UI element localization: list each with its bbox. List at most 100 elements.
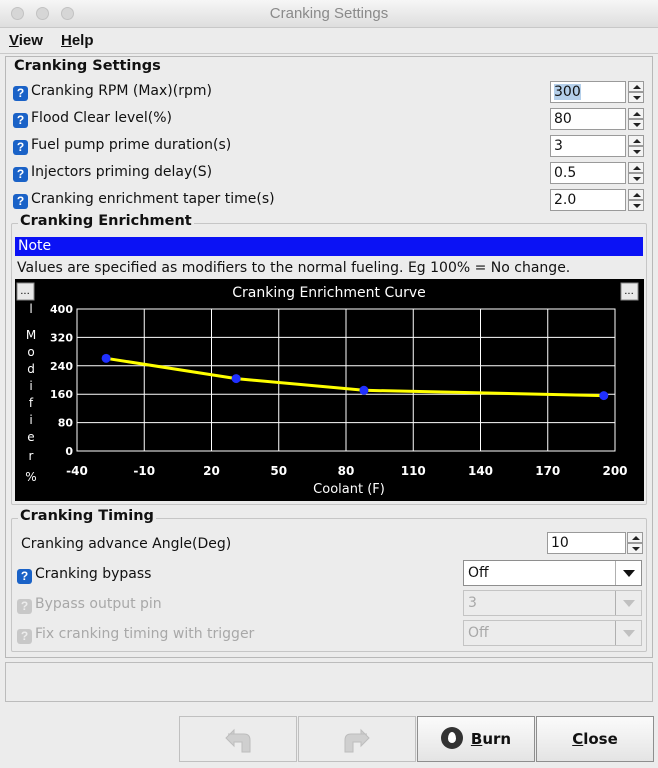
spinner-up-icon[interactable]: [628, 189, 644, 200]
fuel-pump-prime-input[interactable]: 3: [550, 135, 626, 157]
menu-help[interactable]: Help: [61, 32, 94, 49]
chart-x-tick-label: 200: [602, 464, 627, 478]
spinner-down-icon[interactable]: [628, 119, 644, 130]
spinner-down-icon[interactable]: [628, 200, 644, 211]
chevron-down-icon: [615, 621, 641, 645]
chart-ylabel-letter: o: [27, 345, 34, 359]
help-icon[interactable]: ?: [13, 86, 28, 101]
row-cranking-bypass: ? Cranking bypass: [17, 566, 151, 584]
flood-clear-input[interactable]: 80: [550, 108, 626, 130]
chart-data-point: [359, 385, 369, 395]
spinner-down-icon[interactable]: [627, 543, 643, 554]
cranking-advance-spinner[interactable]: [627, 532, 643, 554]
spinner-down-icon[interactable]: [628, 92, 644, 103]
flood-clear-spinner[interactable]: [628, 108, 644, 130]
status-bar: [5, 662, 653, 702]
cranking-advance-label: Cranking advance Angle(Deg): [21, 536, 232, 552]
spinner-up-icon[interactable]: [628, 81, 644, 92]
spinner-up-icon[interactable]: [627, 532, 643, 543]
chart-y-tick-label: 80: [58, 417, 74, 430]
note-bar: Note: [15, 237, 643, 256]
spinner-up-icon[interactable]: [628, 162, 644, 173]
chart-menu-right-label: ...: [624, 286, 634, 297]
taper-time-spinner[interactable]: [628, 189, 644, 211]
cranking-settings-title: Cranking Settings: [14, 58, 161, 74]
injector-priming-input[interactable]: 0.5: [550, 162, 626, 184]
chart-ylabel-letter: %: [25, 470, 36, 484]
enrichment-chart-svg[interactable]: -40 -10 20 50 80 110 140 170 200400320240160800 …: [15, 279, 644, 501]
chart-title: Cranking Enrichment Curve: [232, 285, 426, 301]
chevron-down-icon: [615, 591, 641, 615]
help-icon[interactable]: ?: [13, 113, 28, 128]
settings-panel: Cranking Settings ? Cranking RPM (Max)(rp…: [5, 56, 653, 658]
spinner-down-icon[interactable]: [628, 173, 644, 184]
chart-ylabel-letter: r: [29, 449, 34, 463]
cranking-rpm-spinner[interactable]: [628, 81, 644, 103]
help-icon: ?: [17, 629, 32, 644]
row-fix-cranking-timing: ? Fix cranking timing with trigger: [17, 626, 254, 644]
cranking-advance-input[interactable]: 10: [547, 532, 626, 554]
row-taper-time: ? Cranking enrichment taper time(s): [13, 191, 275, 209]
row-cranking-rpm: ? Cranking RPM (Max)(rpm): [13, 83, 212, 101]
chart-data-point: [599, 391, 609, 401]
chart-ylabel-letter: i: [29, 379, 32, 393]
row-injector-priming: ? Injectors priming delay(S): [13, 164, 212, 182]
chart-y-tick-label: 0: [65, 445, 73, 458]
row-fuel-pump-prime: ? Fuel pump prime duration(s): [13, 137, 231, 155]
chart-y-tick-label: 160: [50, 388, 73, 401]
chevron-down-icon[interactable]: [615, 561, 641, 585]
chart-y-tick-label: 320: [50, 331, 73, 344]
spinner-down-icon[interactable]: [628, 146, 644, 157]
burn-button[interactable]: Burn: [417, 716, 535, 762]
chart-menu-left-label: ...: [20, 286, 30, 297]
redo-button[interactable]: [298, 716, 416, 762]
help-icon: ?: [17, 599, 32, 614]
menu-view[interactable]: View: [9, 32, 43, 49]
chart-menu-button-right[interactable]: ...: [620, 282, 639, 301]
fix-cranking-timing-select: Off: [463, 620, 642, 646]
undo-button[interactable]: [179, 716, 297, 762]
help-icon[interactable]: ?: [13, 140, 28, 155]
chart-x-tick-label: -10: [133, 464, 155, 478]
row-flood-clear: ? Flood Clear level(%): [13, 110, 172, 128]
note-text: Values are specified as modifiers to the…: [17, 260, 571, 276]
help-icon[interactable]: ?: [13, 194, 28, 209]
chart-x-tick-label: -40: [66, 464, 88, 478]
enrichment-chart[interactable]: -40 -10 20 50 80 110 140 170 200 400 320 240 160 80 0 …: [15, 279, 644, 501]
chart-menu-button-left[interactable]: ...: [16, 282, 35, 301]
chart-data-point: [231, 374, 241, 384]
chart-ylabel-letter: d: [27, 362, 35, 376]
spinner-up-icon[interactable]: [628, 135, 644, 146]
undo-icon: [225, 728, 251, 752]
chart-x-tick-label: 170: [535, 464, 560, 478]
close-button[interactable]: Close: [536, 716, 654, 762]
help-icon[interactable]: ?: [13, 167, 28, 182]
window-title-bar: Cranking Settings: [0, 0, 658, 28]
cranking-rpm-input[interactable]: 300: [550, 81, 626, 103]
bypass-output-pin-select: 3: [463, 590, 642, 616]
cranking-enrichment-title: Cranking Enrichment: [18, 213, 194, 229]
cranking-bypass-select[interactable]: Off: [463, 560, 642, 586]
redo-icon: [344, 728, 370, 752]
chart-x-tick-label: 80: [338, 464, 355, 478]
flame-icon: [440, 727, 463, 749]
window-title: Cranking Settings: [269, 5, 389, 22]
chart-ylabel-letter: l: [29, 302, 32, 316]
menu-bar: View Help: [0, 28, 658, 54]
help-icon[interactable]: ?: [17, 569, 32, 584]
injector-priming-spinner[interactable]: [628, 162, 644, 184]
chart-data-point: [101, 353, 111, 363]
chart-ylabel-letter: M: [26, 328, 36, 342]
chart-x-tick-label: 50: [270, 464, 287, 478]
chart-x-tick-label: 20: [203, 464, 220, 478]
chart-x-tick-label: 110: [401, 464, 426, 478]
chart-xlabel: Coolant (F): [313, 482, 385, 497]
row-bypass-output-pin: ? Bypass output pin: [17, 596, 162, 614]
cranking-timing-title: Cranking Timing: [18, 508, 156, 524]
taper-time-input[interactable]: 2.0: [550, 189, 626, 211]
chart-ylabel-letter: e: [27, 430, 34, 444]
spinner-up-icon[interactable]: [628, 108, 644, 119]
fuel-pump-prime-spinner[interactable]: [628, 135, 644, 157]
chart-y-tick-label: 400: [50, 303, 73, 316]
chart-ylabel-letter: i: [29, 413, 32, 427]
